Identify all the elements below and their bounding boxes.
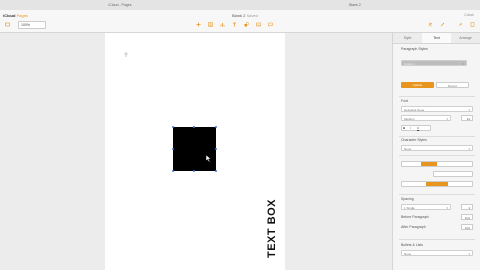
divider bbox=[399, 155, 475, 156]
resize-handle-top-right[interactable] bbox=[215, 126, 217, 128]
chevron-down-icon: ▾ bbox=[462, 62, 464, 66]
browser-tab-pages[interactable]: iCloud - Pages bbox=[60, 2, 180, 9]
paragraph-style-select[interactable]: Custom ▾ bbox=[401, 60, 467, 66]
document-name: Blank 2 bbox=[232, 13, 246, 18]
bullets-lists-label: Bullets & Lists bbox=[401, 243, 423, 247]
collaborate-icon[interactable] bbox=[428, 22, 433, 27]
justify-icon[interactable] bbox=[457, 162, 472, 166]
resize-handle-left[interactable] bbox=[172, 148, 174, 150]
chevron-down-icon: ▾ bbox=[446, 117, 448, 121]
app-title: iCloud Pages bbox=[3, 13, 28, 18]
underline-icon[interactable]: U bbox=[417, 126, 423, 130]
document-status: Saved bbox=[246, 13, 258, 18]
media-icon[interactable] bbox=[256, 22, 261, 27]
insertion-marker-icon bbox=[124, 52, 128, 57]
tab-arrange[interactable]: Arrange bbox=[451, 33, 480, 43]
line-spacing-select[interactable]: 1 Single ▾ bbox=[401, 204, 451, 210]
bullets-value: None bbox=[404, 252, 412, 256]
character-style-value: None bbox=[404, 147, 412, 151]
bullets-select[interactable]: None ▾ bbox=[401, 250, 473, 256]
character-style-select[interactable]: None ▾ bbox=[401, 145, 473, 151]
font-size-stepper[interactable]: 11 bbox=[461, 115, 473, 121]
paragraph-style-value: Custom bbox=[404, 62, 415, 66]
bold-icon[interactable]: B bbox=[403, 126, 409, 130]
align-bottom-icon[interactable] bbox=[449, 182, 472, 186]
align-top-icon[interactable] bbox=[403, 182, 425, 186]
font-weight-value: Medium bbox=[404, 117, 415, 121]
paragraph-styles-label: Paragraph Styles bbox=[401, 47, 428, 51]
chart-icon[interactable] bbox=[220, 22, 225, 27]
comment-icon[interactable] bbox=[268, 22, 273, 27]
resize-handle-bottom-right[interactable] bbox=[215, 170, 217, 172]
product-label: Pages bbox=[16, 13, 28, 18]
tab-style[interactable]: Style bbox=[393, 33, 422, 43]
app-toolbar: iCloud Pages Blank 2 Saved Collab 100% bbox=[0, 10, 480, 33]
after-paragraph-stepper[interactable]: 0 pt bbox=[461, 224, 473, 230]
divider bbox=[399, 239, 475, 240]
resize-handle-bottom[interactable] bbox=[193, 170, 195, 172]
shape-icon[interactable] bbox=[244, 22, 249, 27]
zoom-select[interactable]: 100% bbox=[18, 21, 46, 29]
format-icon[interactable] bbox=[458, 22, 463, 27]
indent-control bbox=[433, 171, 473, 177]
table-icon[interactable] bbox=[208, 22, 213, 27]
document-title: Blank 2 Saved bbox=[232, 13, 258, 18]
more-options-icon[interactable] bbox=[424, 126, 430, 130]
chevron-down-icon: ▾ bbox=[446, 206, 448, 210]
mouse-pointer-icon bbox=[206, 155, 211, 162]
format-sidebar: Style Text Arrange Paragraph Styles Cust… bbox=[392, 33, 480, 270]
collab-label[interactable]: Collab bbox=[464, 13, 474, 17]
tools-icon[interactable] bbox=[440, 22, 445, 27]
decrease-indent-icon[interactable] bbox=[435, 172, 453, 176]
divider bbox=[399, 96, 475, 97]
tab-text[interactable]: Text bbox=[422, 33, 451, 43]
align-center-icon[interactable] bbox=[421, 162, 437, 166]
text-box[interactable]: TEXT BOX bbox=[266, 199, 278, 258]
align-middle-icon[interactable] bbox=[426, 182, 448, 186]
before-paragraph-label: Before Paragraph bbox=[401, 215, 429, 219]
resize-handle-top-left[interactable] bbox=[172, 126, 174, 128]
resize-handle-top[interactable] bbox=[193, 126, 195, 128]
vertical-alignment-control bbox=[401, 181, 473, 187]
chevron-down-icon: ▾ bbox=[468, 147, 470, 151]
font-weight-select[interactable]: Medium ▾ bbox=[401, 115, 451, 121]
revert-button[interactable]: Revert bbox=[436, 82, 469, 88]
sidebar-tabs: Style Text Arrange bbox=[393, 33, 480, 44]
document-icon[interactable] bbox=[470, 22, 475, 27]
text-icon[interactable] bbox=[232, 22, 237, 27]
increase-indent-icon[interactable] bbox=[454, 172, 472, 176]
chevron-down-icon: ▾ bbox=[468, 108, 470, 112]
brand-label: iCloud bbox=[3, 13, 16, 18]
update-button[interactable]: Update bbox=[401, 82, 434, 88]
line-spacing-stepper[interactable]: 1 bbox=[461, 204, 473, 210]
insert-icon[interactable] bbox=[196, 22, 201, 27]
align-right-icon[interactable] bbox=[439, 162, 455, 166]
font-family-select[interactable]: Helvetica Neue ▾ bbox=[401, 106, 473, 112]
resize-handle-right[interactable] bbox=[215, 148, 217, 150]
align-left-icon[interactable] bbox=[403, 162, 419, 166]
before-paragraph-stepper[interactable]: 0 pt bbox=[461, 214, 473, 220]
alignment-segmented-control bbox=[401, 161, 473, 167]
font-label: Font bbox=[401, 99, 409, 103]
resize-handle-bottom-left[interactable] bbox=[172, 170, 174, 172]
text-style-buttons: B I U bbox=[401, 125, 431, 131]
browser-tab-blank[interactable]: Blank 2 bbox=[295, 2, 415, 9]
line-spacing-value: 1 Single bbox=[404, 206, 415, 210]
italic-icon[interactable]: I bbox=[410, 126, 416, 130]
selected-shape[interactable] bbox=[173, 127, 216, 171]
font-family-value: Helvetica Neue bbox=[404, 108, 425, 112]
divider bbox=[399, 194, 475, 195]
chevron-down-icon: ▾ bbox=[468, 252, 470, 256]
view-icon[interactable] bbox=[5, 22, 10, 27]
character-styles-label: Character Styles bbox=[401, 138, 427, 142]
spacing-label: Spacing bbox=[401, 197, 414, 201]
divider bbox=[399, 136, 475, 137]
after-paragraph-label: After Paragraph bbox=[401, 225, 426, 229]
